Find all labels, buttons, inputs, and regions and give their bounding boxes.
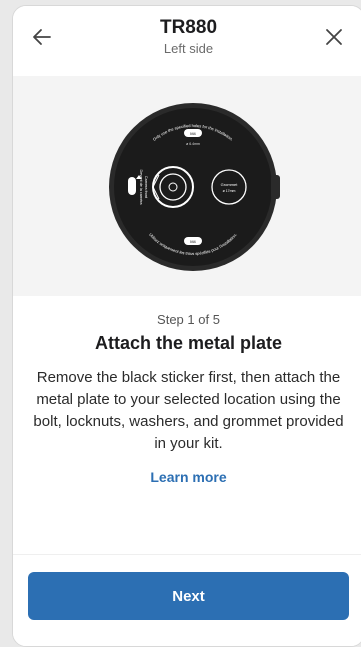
camera-front-label: Camera front <box>144 176 148 199</box>
grommet-circle <box>211 169 247 205</box>
bottom-slot-label: M4 <box>190 239 196 244</box>
center-hole <box>159 173 187 201</box>
grommet-label: Grommet <box>221 182 239 187</box>
camera-front-label-fr: Devant de la caméra <box>139 169 143 205</box>
illustration-area: M4 ø 6.4mm M4 Grommet ø 17mm Only use th… <box>13 76 361 296</box>
modal-frame: TR880 Left side M4 ø 6.4mm M4 Grommet ø … <box>12 5 361 647</box>
close-button[interactable] <box>318 23 350 55</box>
learn-more-link[interactable]: Learn more <box>13 469 361 485</box>
step-description: Remove the black sticker first, then att… <box>33 369 344 452</box>
footer: Next <box>13 554 361 646</box>
next-button[interactable]: Next <box>28 572 349 620</box>
back-button[interactable] <box>26 23 58 55</box>
page-subtitle: Left side <box>163 41 214 56</box>
device-side-tab <box>271 175 280 199</box>
step-content: Step 1 of 5 Attach the metal plate Remov… <box>13 296 361 554</box>
metal-plate-illustration: M4 ø 6.4mm M4 Grommet ø 17mm Only use th… <box>109 103 280 271</box>
page-title: TR880 <box>159 17 218 38</box>
arrow-left-icon <box>31 26 53 53</box>
grommet-size: ø 17mm <box>223 189 236 193</box>
left-slot <box>128 177 136 195</box>
step-counter: Step 1 of 5 <box>157 312 220 327</box>
close-icon <box>324 27 344 52</box>
step-heading: Attach the metal plate <box>94 333 283 353</box>
top-slot-label: M4 <box>190 131 196 136</box>
header: TR880 Left side <box>13 6 361 76</box>
hole-size-label: ø 6.4mm <box>186 142 200 146</box>
